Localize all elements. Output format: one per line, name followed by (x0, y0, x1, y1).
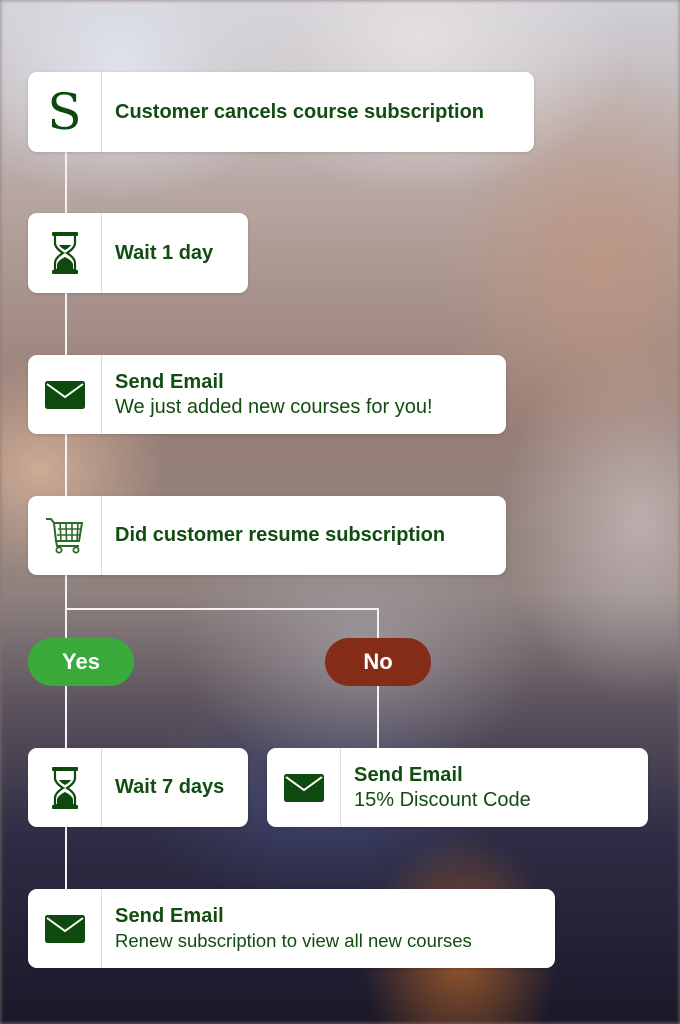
send-email-title: Send Email (115, 905, 224, 927)
send-email-renew-card[interactable]: Send Email Renew subscription to view al… (28, 889, 555, 968)
wait-7-days-label: Wait 7 days (115, 776, 225, 798)
hourglass-icon (51, 766, 78, 809)
wait-1-day-card[interactable]: Wait 1 day (28, 213, 248, 293)
send-email-title: Send Email (354, 763, 463, 786)
shopping-cart-icon (45, 517, 83, 553)
send-email-subject: Renew subscription to view all new cours… (115, 930, 472, 951)
no-label: No (363, 649, 393, 674)
trigger-label: Customer cancels course subscription (115, 100, 485, 123)
wait-7-days-card[interactable]: Wait 7 days (28, 748, 248, 827)
connector-branch-horizontal (65, 608, 378, 610)
envelope-icon (283, 773, 324, 802)
envelope-icon (44, 914, 85, 943)
send-email-subject: 15% Discount Code (354, 788, 531, 811)
wait-1-day-label: Wait 1 day (115, 241, 214, 264)
no-branch-pill[interactable]: No (325, 638, 431, 686)
yes-branch-pill[interactable]: Yes (28, 638, 134, 686)
yes-label: Yes (62, 649, 100, 674)
send-email-title: Send Email (115, 370, 224, 393)
send-email-subject: We just added new courses for you! (115, 395, 433, 418)
trigger-card[interactable]: S Customer cancels course subscription (28, 72, 534, 152)
condition-label: Did customer resume subscription (115, 524, 446, 546)
subscription-s-icon: S (47, 83, 82, 141)
condition-card[interactable]: Did customer resume subscription (28, 496, 506, 575)
send-email-discount-card[interactable]: Send Email 15% Discount Code (267, 748, 648, 827)
send-email-new-courses-card[interactable]: Send Email We just added new courses for… (28, 355, 506, 434)
envelope-icon (44, 380, 85, 409)
hourglass-icon (51, 232, 78, 274)
